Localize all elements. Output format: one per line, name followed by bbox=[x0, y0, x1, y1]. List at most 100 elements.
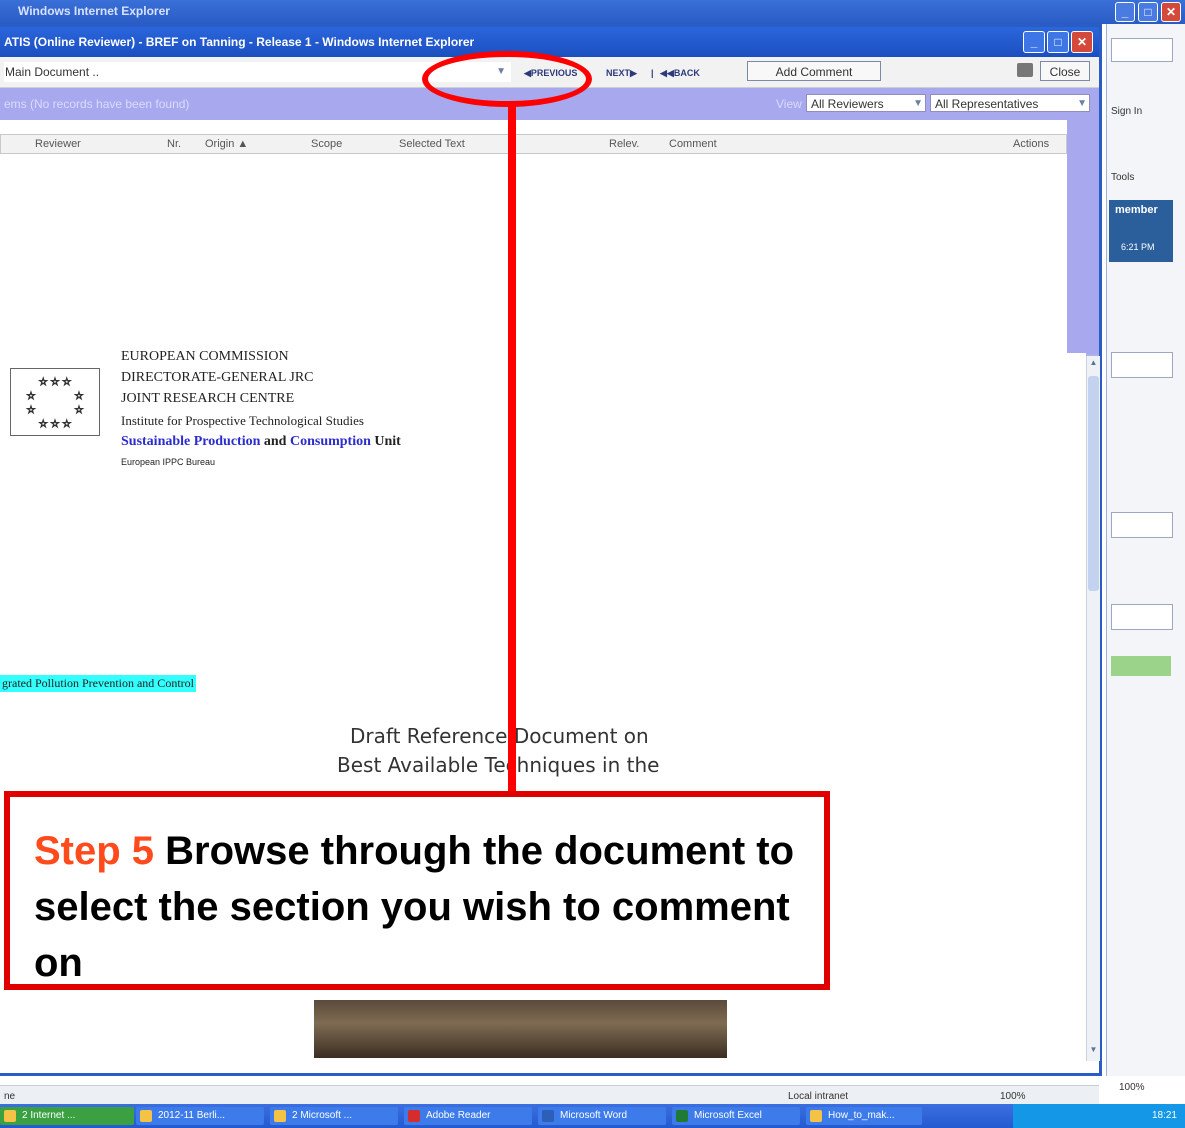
draft-title-line: Best Available Techniques in the bbox=[337, 753, 660, 777]
office-icon bbox=[274, 1110, 286, 1122]
comments-list bbox=[0, 154, 1067, 355]
document-header-line: EUROPEAN COMMISSION bbox=[121, 349, 289, 364]
close-button[interactable]: Close bbox=[1040, 61, 1090, 81]
popup-close-icon[interactable]: ✕ bbox=[1071, 31, 1093, 53]
svg-text:☆ ☆ ☆: ☆ ☆ ☆ bbox=[39, 419, 71, 430]
ie-icon bbox=[4, 1110, 16, 1122]
unit-line-part: Sustainable Production bbox=[121, 434, 261, 449]
background-search-field[interactable] bbox=[1111, 38, 1173, 62]
column-header-selected-text[interactable]: Selected Text bbox=[399, 138, 465, 150]
taskbar-label: Adobe Reader bbox=[426, 1110, 491, 1121]
chevron-down-icon[interactable]: ▼ bbox=[1077, 95, 1087, 113]
taskbar: 2 Internet ... 2012-11 Berli... 2 Micros… bbox=[0, 1104, 1185, 1128]
draft-title-line: Draft Reference Document on bbox=[350, 724, 649, 748]
taskbar-label: 2012-11 Berli... bbox=[158, 1110, 226, 1121]
taskbar-label: Microsoft Word bbox=[560, 1110, 628, 1121]
view-label: View bbox=[776, 97, 802, 111]
scrollbar-thumb[interactable] bbox=[1088, 376, 1099, 591]
column-header-nr[interactable]: Nr. bbox=[167, 138, 181, 150]
column-header-comment[interactable]: Comment bbox=[669, 138, 717, 150]
popup-maximize-icon[interactable]: □ bbox=[1047, 31, 1069, 53]
bureau-label: European IPPC Bureau bbox=[121, 457, 216, 467]
unit-line: Sustainable Production and Consumption U… bbox=[121, 434, 401, 450]
zoom-indicator[interactable]: 100% bbox=[1000, 1091, 1026, 1102]
taskbar-label: Microsoft Excel bbox=[694, 1110, 762, 1121]
outer-close-icon[interactable]: ✕ bbox=[1161, 2, 1181, 22]
taskbar-item[interactable]: Microsoft Word bbox=[538, 1107, 666, 1125]
taskbar-label: 2 Microsoft ... bbox=[292, 1110, 353, 1121]
representatives-select-value: All Representatives bbox=[935, 97, 1039, 111]
scroll-up-icon[interactable]: ▲ bbox=[1087, 358, 1100, 372]
popup-minimize-icon[interactable]: _ bbox=[1023, 31, 1045, 53]
outer-window-controls: _ □ ✕ bbox=[1112, 2, 1181, 22]
background-zoom[interactable]: 100% bbox=[1119, 1082, 1145, 1093]
outer-minimize-icon[interactable]: _ bbox=[1115, 2, 1135, 22]
unit-line-part: and bbox=[260, 434, 290, 449]
pointer-line bbox=[508, 104, 516, 794]
step-number: Step 5 bbox=[34, 829, 155, 873]
outer-window-titlebar: Windows Internet Explorer _ □ ✕ bbox=[0, 0, 1185, 24]
green-bar bbox=[1111, 656, 1171, 676]
records-status: ems (No records have been found) bbox=[4, 97, 190, 111]
system-tray: 18:21 bbox=[1013, 1104, 1185, 1128]
reviewers-select[interactable]: All Reviewers ▼ bbox=[806, 94, 926, 112]
column-header-scope[interactable]: Scope bbox=[311, 138, 342, 150]
reviewers-select-value: All Reviewers bbox=[811, 97, 884, 111]
eu-stars-icon: ☆ ☆ ☆ ☆ ☆ ☆ ☆ ☆ ☆ ☆ bbox=[26, 377, 84, 431]
highlight-oval bbox=[422, 51, 592, 107]
taskbar-item[interactable]: 2 Microsoft ... bbox=[270, 1107, 398, 1125]
document-select-value: Main Document .. bbox=[5, 65, 100, 79]
svg-text:☆ ☆ ☆: ☆ ☆ ☆ bbox=[39, 377, 71, 388]
document-photo bbox=[314, 1000, 727, 1058]
next-button[interactable]: NEXT▶ bbox=[606, 68, 637, 79]
representatives-select[interactable]: All Representatives ▼ bbox=[930, 94, 1090, 112]
eu-flag-logo: ☆ ☆ ☆ ☆ ☆ ☆ ☆ ☆ ☆ ☆ bbox=[10, 368, 100, 436]
popup-window-controls: _ □ ✕ bbox=[1021, 31, 1093, 53]
time-label: 6:21 PM bbox=[1121, 242, 1155, 252]
folder-icon bbox=[140, 1110, 152, 1122]
chevron-down-icon[interactable]: ▼ bbox=[913, 95, 923, 113]
column-header-origin[interactable]: Origin ▲ bbox=[205, 138, 248, 150]
add-comment-button[interactable]: Add Comment bbox=[747, 61, 881, 81]
document-icon bbox=[810, 1110, 822, 1122]
start-button[interactable]: 2 Internet ... bbox=[0, 1107, 134, 1125]
document-header-line: JOINT RESEARCH CENTRE bbox=[121, 391, 295, 406]
outer-window-title: Windows Internet Explorer bbox=[18, 4, 170, 18]
svg-text:☆: ☆ bbox=[27, 405, 36, 416]
column-header-actions[interactable]: Actions bbox=[1013, 138, 1049, 150]
taskbar-label: 2 Internet ... bbox=[22, 1110, 76, 1121]
member-label: member bbox=[1115, 204, 1158, 216]
calendar-widget: member 6:21 PM bbox=[1109, 200, 1173, 262]
adobe-icon bbox=[408, 1110, 420, 1122]
svg-text:☆: ☆ bbox=[27, 391, 36, 402]
popup-title: ATIS (Online Reviewer) - BREF on Tanning… bbox=[4, 35, 475, 49]
excel-icon bbox=[676, 1110, 688, 1122]
background-field-3[interactable] bbox=[1111, 604, 1173, 630]
clock[interactable]: 18:21 bbox=[1152, 1110, 1177, 1121]
svg-text:☆: ☆ bbox=[75, 391, 84, 402]
background-field-1[interactable] bbox=[1111, 352, 1173, 378]
taskbar-label: How_to_mak... bbox=[828, 1110, 895, 1121]
back-button[interactable]: ◀◀BACK bbox=[660, 68, 700, 79]
document-header-line: DIRECTORATE-GENERAL JRC bbox=[121, 370, 314, 385]
word-icon bbox=[542, 1110, 554, 1122]
comments-table-header: Reviewer Nr. Origin ▲ Scope Selected Tex… bbox=[0, 134, 1067, 154]
scroll-down-icon[interactable]: ▼ bbox=[1087, 1045, 1100, 1059]
document-header-line: Institute for Prospective Technological … bbox=[121, 413, 364, 428]
tools-menu[interactable]: Tools bbox=[1111, 172, 1134, 183]
document-scrollbar[interactable]: ▲ ▼ bbox=[1086, 356, 1100, 1061]
nav-separator: | bbox=[651, 68, 654, 78]
column-header-reviewer[interactable]: Reviewer bbox=[35, 138, 81, 150]
print-icon[interactable] bbox=[1017, 63, 1033, 77]
taskbar-item[interactable]: 2012-11 Berli... bbox=[136, 1107, 264, 1125]
highlighted-text[interactable]: grated Pollution Prevention and Control bbox=[0, 675, 196, 692]
column-header-relevance[interactable]: Relev. bbox=[609, 138, 639, 150]
background-field-2[interactable] bbox=[1111, 512, 1173, 538]
taskbar-item[interactable]: Microsoft Excel bbox=[672, 1107, 800, 1125]
taskbar-item[interactable]: How_to_mak... bbox=[806, 1107, 922, 1125]
sign-in-link[interactable]: Sign In bbox=[1111, 106, 1142, 117]
outer-maximize-icon[interactable]: □ bbox=[1138, 2, 1158, 22]
taskbar-item[interactable]: Adobe Reader bbox=[404, 1107, 532, 1125]
unit-line-part: Unit bbox=[370, 434, 401, 449]
popup-titlebar: ATIS (Online Reviewer) - BREF on Tanning… bbox=[0, 27, 1099, 57]
